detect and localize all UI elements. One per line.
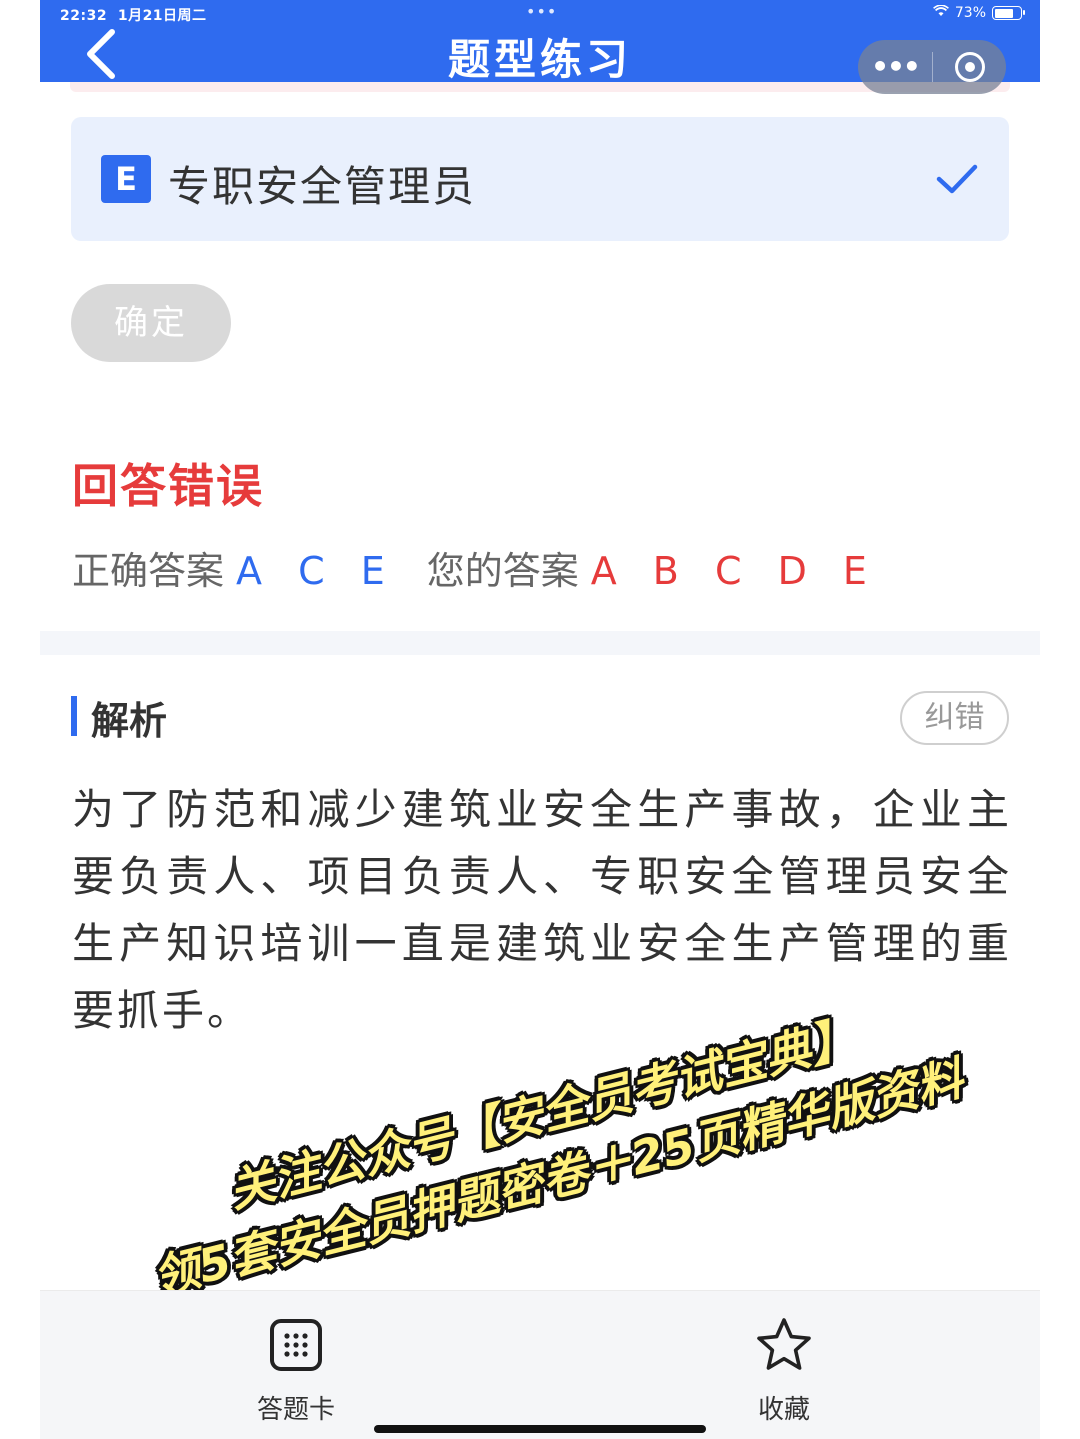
confirm-button[interactable]: 确定 <box>71 284 231 362</box>
star-icon <box>757 1318 811 1370</box>
grid-icon <box>270 1319 322 1371</box>
status-dots: ••• <box>526 2 558 21</box>
section-divider <box>40 631 1040 655</box>
analysis-title: 解析 <box>91 699 168 743</box>
answer-card-label: 答题卡 <box>256 1395 335 1425</box>
report-error-button[interactable]: 纠错 <box>900 691 1009 745</box>
app-frame: 22:32 1月21日周二 ••• 73% 题型练习 ••• E 专职安全管理员… <box>40 0 1040 1439</box>
wifi-icon <box>932 4 949 21</box>
status-time: 22:32 1月21日周二 <box>60 8 207 24</box>
target-icon <box>954 52 985 82</box>
answer-card-tab[interactable]: 答题卡 <box>236 1315 356 1426</box>
option-e[interactable]: E 专职安全管理员 <box>71 117 1009 241</box>
your-answer-value: A B C D E <box>590 549 879 593</box>
home-indicator <box>374 1425 706 1433</box>
check-icon <box>936 164 978 194</box>
favorite-label: 收藏 <box>757 1395 810 1425</box>
miniprogram-capsule: ••• <box>858 40 1006 94</box>
option-letter-badge: E <box>101 155 151 203</box>
analysis-accent-bar <box>71 696 77 736</box>
favorite-tab[interactable]: 收藏 <box>724 1315 844 1426</box>
your-answer-label: 您的答案 <box>426 549 579 593</box>
answer-result: 回答错误 <box>72 459 264 513</box>
status-indicators: 73% <box>932 4 1025 21</box>
correct-answer-label: 正确答案 <box>72 549 225 593</box>
more-dots-icon[interactable]: ••• <box>858 40 932 94</box>
correct-answer-value: A C E <box>236 549 397 593</box>
answer-comparison: 正确答案 A C E 您的答案 A B C D E <box>72 540 879 595</box>
close-miniprogram-button[interactable] <box>933 52 1006 82</box>
battery-percent: 73% <box>954 5 986 21</box>
option-text: 专职安全管理员 <box>168 162 477 211</box>
battery-icon <box>992 6 1025 20</box>
bottom-bar: 答题卡 收藏 <box>40 1290 1040 1439</box>
